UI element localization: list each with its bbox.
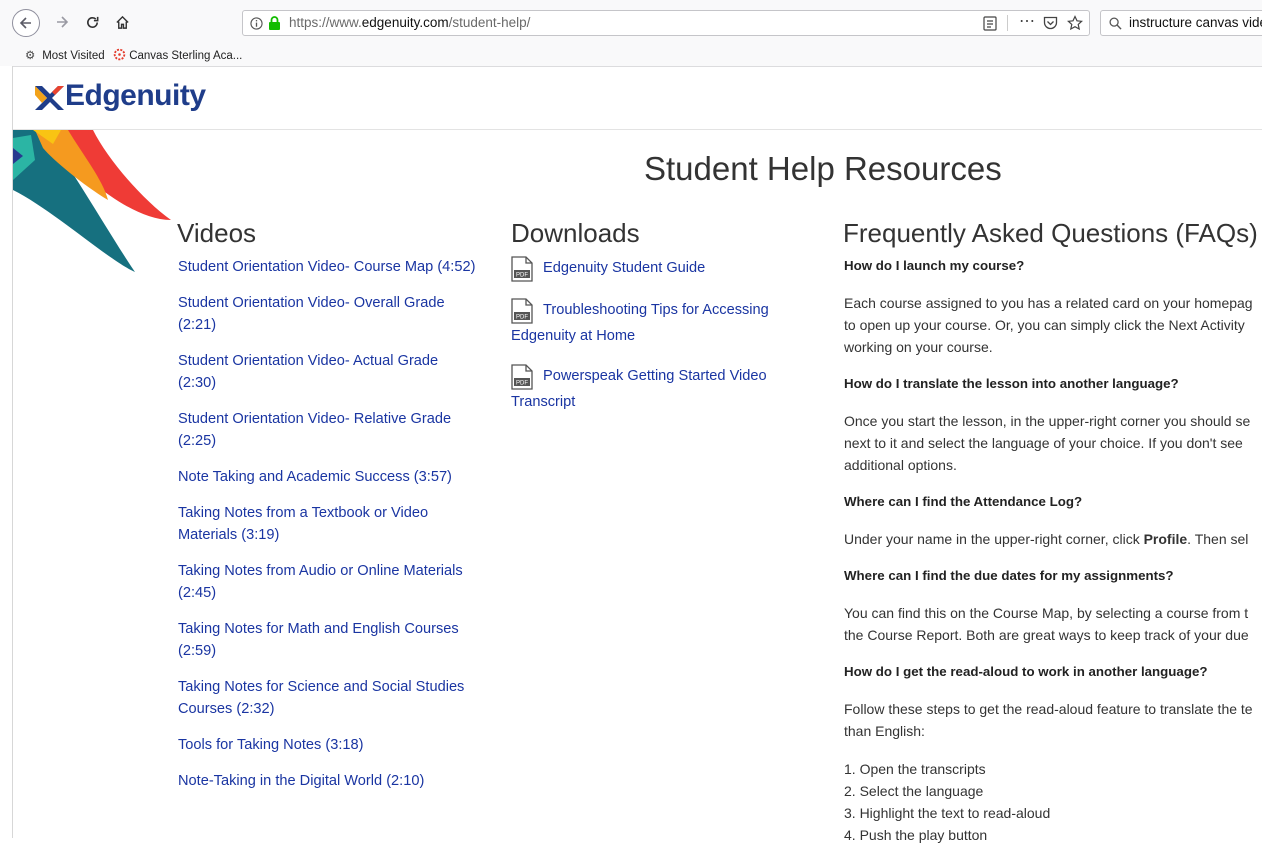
url-separator [1007, 15, 1008, 31]
answer-emphasis: Profile [1143, 531, 1188, 547]
reader-view-icon[interactable] [983, 16, 997, 31]
video-link[interactable]: Taking Notes for Math and English Course… [178, 618, 478, 662]
faq-question: Where can I find the due dates for my as… [844, 568, 1174, 583]
back-button[interactable] [12, 9, 40, 37]
pocket-icon[interactable] [1043, 16, 1058, 30]
faq-answer: Under your name in the upper-right corne… [844, 528, 1262, 550]
answer-line: You can find this on the Course Map, by … [844, 605, 1249, 621]
url-text: https://www.edgenuity.com/student-help/ [289, 15, 531, 30]
step-item: 3. Highlight the text to read-aloud [844, 805, 1051, 821]
faq-answer: Follow these steps to get the read-aloud… [844, 698, 1262, 742]
search-bar[interactable]: instructure canvas vide [1100, 10, 1262, 36]
home-icon [115, 15, 129, 29]
answer-line: next to it and select the language of yo… [844, 435, 1243, 451]
faq-answer: You can find this on the Course Map, by … [844, 602, 1262, 646]
pdf-icon: PDF [511, 298, 533, 324]
faq-question: How do I translate the lesson into anoth… [844, 376, 1179, 391]
download-item: PDF Troubleshooting Tips for Accessing E… [511, 298, 791, 348]
svg-text:PDF: PDF [516, 381, 528, 387]
step-item: 4. Push the play button [844, 827, 988, 843]
video-link[interactable]: Note Taking and Academic Success (3:57) [178, 466, 478, 488]
answer-text: . Then sel [1187, 531, 1249, 547]
lock-icon [269, 16, 280, 30]
download-link[interactable]: Troubleshooting Tips for Accessing Edgen… [511, 302, 769, 344]
video-link[interactable]: Student Orientation Video- Overall Grade… [178, 292, 478, 336]
answer-line: Each course assigned to you has a relate… [844, 295, 1253, 311]
bookmark-most-visited[interactable]: ⚙ Most Visited [25, 48, 105, 62]
video-link[interactable]: Student Orientation Video- Actual Grade … [178, 350, 478, 394]
search-input[interactable]: instructure canvas vide [1129, 15, 1262, 30]
answer-text: Under your name in the upper-right corne… [844, 531, 1144, 547]
bookmark-label: Most Visited [42, 50, 105, 62]
answer-line: working on your course. [844, 339, 993, 355]
answer-line: than English: [844, 723, 925, 739]
downloads-heading: Downloads [511, 218, 640, 248]
info-icon [250, 17, 263, 30]
search-icon [1109, 17, 1122, 30]
download-item: PDF Powerspeak Getting Started Video Tra… [511, 364, 791, 414]
reload-button[interactable] [80, 10, 104, 34]
svg-text:PDF: PDF [516, 273, 528, 279]
step-item: 2. Select the language [844, 783, 984, 799]
forward-button[interactable] [50, 10, 74, 34]
video-link[interactable]: Note-Taking in the Digital World (2:10) [178, 770, 478, 792]
step-item: 1. Open the transcripts [844, 761, 986, 777]
gear-icon: ⚙ [25, 50, 36, 62]
answer-line: Follow these steps to get the read-aloud… [844, 701, 1253, 717]
video-list: Student Orientation Video- Course Map (4… [178, 256, 478, 806]
video-link[interactable]: Taking Notes from Audio or Online Materi… [178, 560, 478, 604]
download-link[interactable]: Edgenuity Student Guide [543, 260, 705, 276]
bookmarks-toolbar: ⚙ Most Visited Canvas Sterling Aca... [0, 44, 1262, 67]
edgenuity-logo-icon[interactable] [33, 83, 65, 113]
bookmark-canvas[interactable]: Canvas Sterling Aca... [113, 48, 242, 62]
answer-line: the Course Report. Both are great ways t… [844, 627, 1249, 643]
svg-text:PDF: PDF [516, 315, 528, 321]
forward-arrow-icon [57, 16, 69, 28]
download-list: PDF Edgenuity Student Guide PDF Troubles… [511, 256, 791, 430]
answer-line: to open up your course. Or, you can simp… [844, 317, 1245, 333]
answer-line: Once you start the lesson, in the upper-… [844, 413, 1251, 429]
reload-icon [86, 16, 98, 28]
page-title: Student Help Resources [644, 150, 1002, 187]
faq-answer: Once you start the lesson, in the upper-… [844, 410, 1262, 476]
sidebar-edge [0, 66, 13, 838]
faq-question: How do I get the read-aloud to work in a… [844, 664, 1208, 679]
page-actions-icon[interactable]: ⋯ [1019, 11, 1036, 31]
faq-answer: Each course assigned to you has a relate… [844, 292, 1262, 358]
video-link[interactable]: Student Orientation Video- Relative Grad… [178, 408, 478, 452]
pdf-icon: PDF [511, 364, 533, 390]
browser-toolbar: https://www.edgenuity.com/student-help/ … [0, 0, 1262, 45]
faq-section: How do I launch my course? Each course a… [844, 256, 1262, 846]
video-link[interactable]: Taking Notes from a Textbook or Video Ma… [178, 502, 478, 546]
video-link[interactable]: Tools for Taking Notes (3:18) [178, 734, 478, 756]
site-header: Edgenuity [13, 67, 1262, 130]
download-item: PDF Edgenuity Student Guide [511, 256, 791, 282]
download-link[interactable]: Powerspeak Getting Started Video Transcr… [511, 368, 767, 410]
canvas-logo-icon [113, 48, 126, 61]
videos-heading: Videos [177, 218, 257, 248]
video-link[interactable]: Student Orientation Video- Course Map (4… [178, 256, 478, 278]
bookmark-star-icon[interactable] [1067, 15, 1083, 31]
answer-line: additional options. [844, 457, 957, 473]
steps-list: 1. Open the transcripts 2. Select the la… [844, 758, 1262, 846]
logo-wordmark[interactable]: Edgenuity [65, 79, 206, 113]
bookmark-label: Canvas Sterling Aca... [129, 50, 243, 62]
decorative-star-graphic [13, 130, 171, 272]
faq-question: Where can I find the Attendance Log? [844, 494, 1083, 509]
faq-question: How do I launch my course? [844, 258, 1025, 273]
faq-heading: Frequently Asked Questions (FAQs) [843, 218, 1258, 248]
pdf-icon: PDF [511, 256, 533, 282]
home-button[interactable] [110, 10, 134, 34]
back-arrow-icon [19, 17, 31, 29]
url-bar[interactable]: https://www.edgenuity.com/student-help/ … [242, 10, 1090, 36]
video-link[interactable]: Taking Notes for Science and Social Stud… [178, 676, 478, 720]
